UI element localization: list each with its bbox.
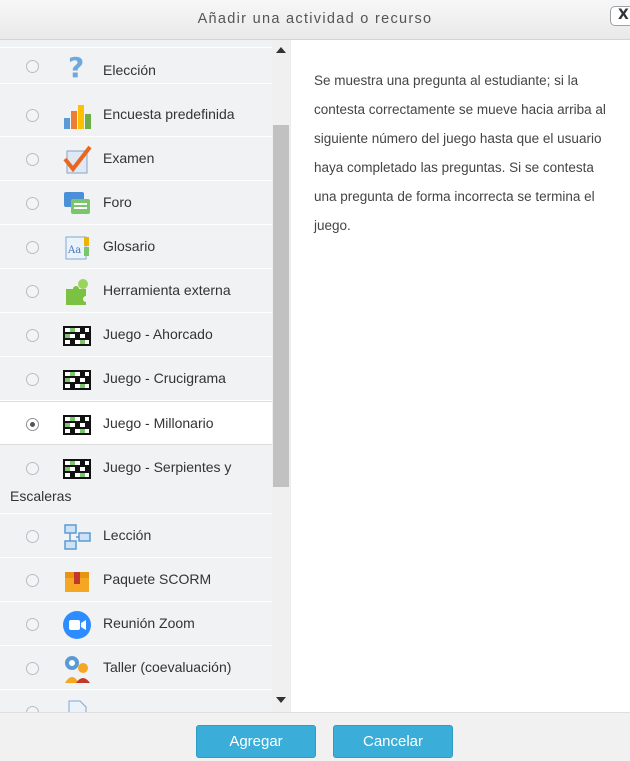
package-icon — [62, 566, 92, 596]
radio-button[interactable] — [26, 462, 39, 475]
scrollbar-thumb[interactable] — [273, 125, 289, 487]
activity-label: Reunión Zoom — [103, 615, 195, 631]
question-icon: ? — [62, 51, 92, 84]
activity-item-glosario[interactable]: Aa Glosario — [0, 225, 272, 269]
radio-button[interactable] — [26, 285, 39, 298]
activity-label: Lección — [103, 527, 152, 543]
radio-button[interactable] — [26, 618, 39, 631]
activity-item-paquete-scorm[interactable]: Paquete SCORM — [0, 558, 272, 602]
dialog-titlebar: Añadir una actividad o recurso X — [0, 0, 630, 40]
workshop-icon — [62, 654, 92, 684]
activity-label: Paquete SCORM — [103, 571, 212, 587]
activity-label: Juego - Serpientes y — [103, 459, 232, 475]
activity-label-continued: Escaleras — [10, 488, 72, 504]
dialog-title: Añadir una actividad o recurso — [197, 11, 433, 27]
checkmark-paper-icon — [62, 145, 92, 175]
activity-item-taller[interactable]: Taller (coevaluación) — [0, 646, 272, 690]
activity-label: Examen — [103, 150, 155, 166]
radio-button[interactable] — [26, 109, 39, 122]
add-button[interactable]: Agregar — [196, 725, 316, 758]
activity-item-herramienta-externa[interactable]: Herramienta externa — [0, 269, 272, 313]
radio-button[interactable] — [26, 530, 39, 543]
radio-button-selected[interactable] — [26, 418, 39, 431]
activity-label: Juego - Ahorcado — [103, 326, 213, 342]
activity-item-juego-serpientes-y-escaleras[interactable]: Juego - Serpientes y Escaleras — [0, 446, 272, 514]
activity-label: Herramienta externa — [103, 282, 231, 298]
svg-text:?: ? — [68, 53, 84, 83]
lesson-icon — [62, 522, 92, 552]
activity-label: Juego - Crucigrama — [103, 370, 226, 386]
document-icon — [62, 698, 92, 712]
activity-list: ? Elección Encuesta predefinida Examen F… — [0, 40, 272, 712]
activity-item-reunion-zoom[interactable]: Reunión Zoom — [0, 602, 272, 646]
activity-label: Taller (coevaluación) — [103, 659, 232, 675]
activity-item-examen[interactable]: Examen — [0, 137, 272, 181]
radio-button[interactable] — [26, 241, 39, 254]
radio-button[interactable] — [26, 60, 39, 73]
activity-description: Se muestra una pregunta al estudiante; s… — [314, 73, 606, 233]
activity-item-foro[interactable]: Foro — [0, 181, 272, 225]
scroll-up-arrow-icon[interactable] — [276, 47, 286, 53]
activity-item-juego-millonario[interactable]: Juego - Millonario — [0, 401, 272, 445]
activity-label: Elección — [103, 62, 156, 78]
cancel-button[interactable]: Cancelar — [333, 725, 453, 758]
puzzle-icon — [62, 277, 92, 307]
activity-item-eleccion[interactable]: ? Elección — [0, 40, 272, 84]
activity-label: Foro — [103, 194, 132, 210]
radio-button[interactable] — [26, 373, 39, 386]
bar-chart-icon — [62, 101, 92, 131]
close-button[interactable]: X — [610, 6, 630, 26]
zoom-camera-icon — [62, 610, 92, 640]
forum-icon — [62, 189, 92, 219]
activity-item-juego-ahorcado[interactable]: Juego - Ahorcado — [0, 313, 272, 357]
game-board-icon — [62, 321, 92, 351]
radio-button[interactable] — [26, 574, 39, 587]
radio-button[interactable] — [26, 197, 39, 210]
game-board-icon — [62, 410, 92, 440]
activity-label: Juego - Millonario — [103, 415, 214, 431]
dialog-footer: Agregar Cancelar — [0, 712, 630, 761]
radio-button[interactable] — [26, 662, 39, 675]
radio-button[interactable] — [26, 153, 39, 166]
game-board-icon — [62, 365, 92, 395]
activity-label: Encuesta predefinida — [103, 106, 235, 122]
activity-label: Glosario — [103, 238, 156, 254]
glossary-icon: Aa — [62, 233, 92, 263]
svg-text:Aa: Aa — [67, 245, 81, 256]
radio-button[interactable] — [26, 329, 39, 342]
activity-item-juego-crucigrama[interactable]: Juego - Crucigrama — [0, 357, 272, 401]
activity-item-leccion[interactable]: Lección — [0, 514, 272, 558]
activity-item-partial[interactable] — [0, 690, 272, 712]
panel-divider — [290, 40, 291, 712]
scrollbar[interactable] — [272, 40, 290, 712]
activity-item-encuesta-predefinida[interactable]: Encuesta predefinida — [0, 93, 272, 137]
scroll-down-arrow-icon[interactable] — [276, 697, 286, 703]
game-board-icon — [62, 454, 92, 484]
